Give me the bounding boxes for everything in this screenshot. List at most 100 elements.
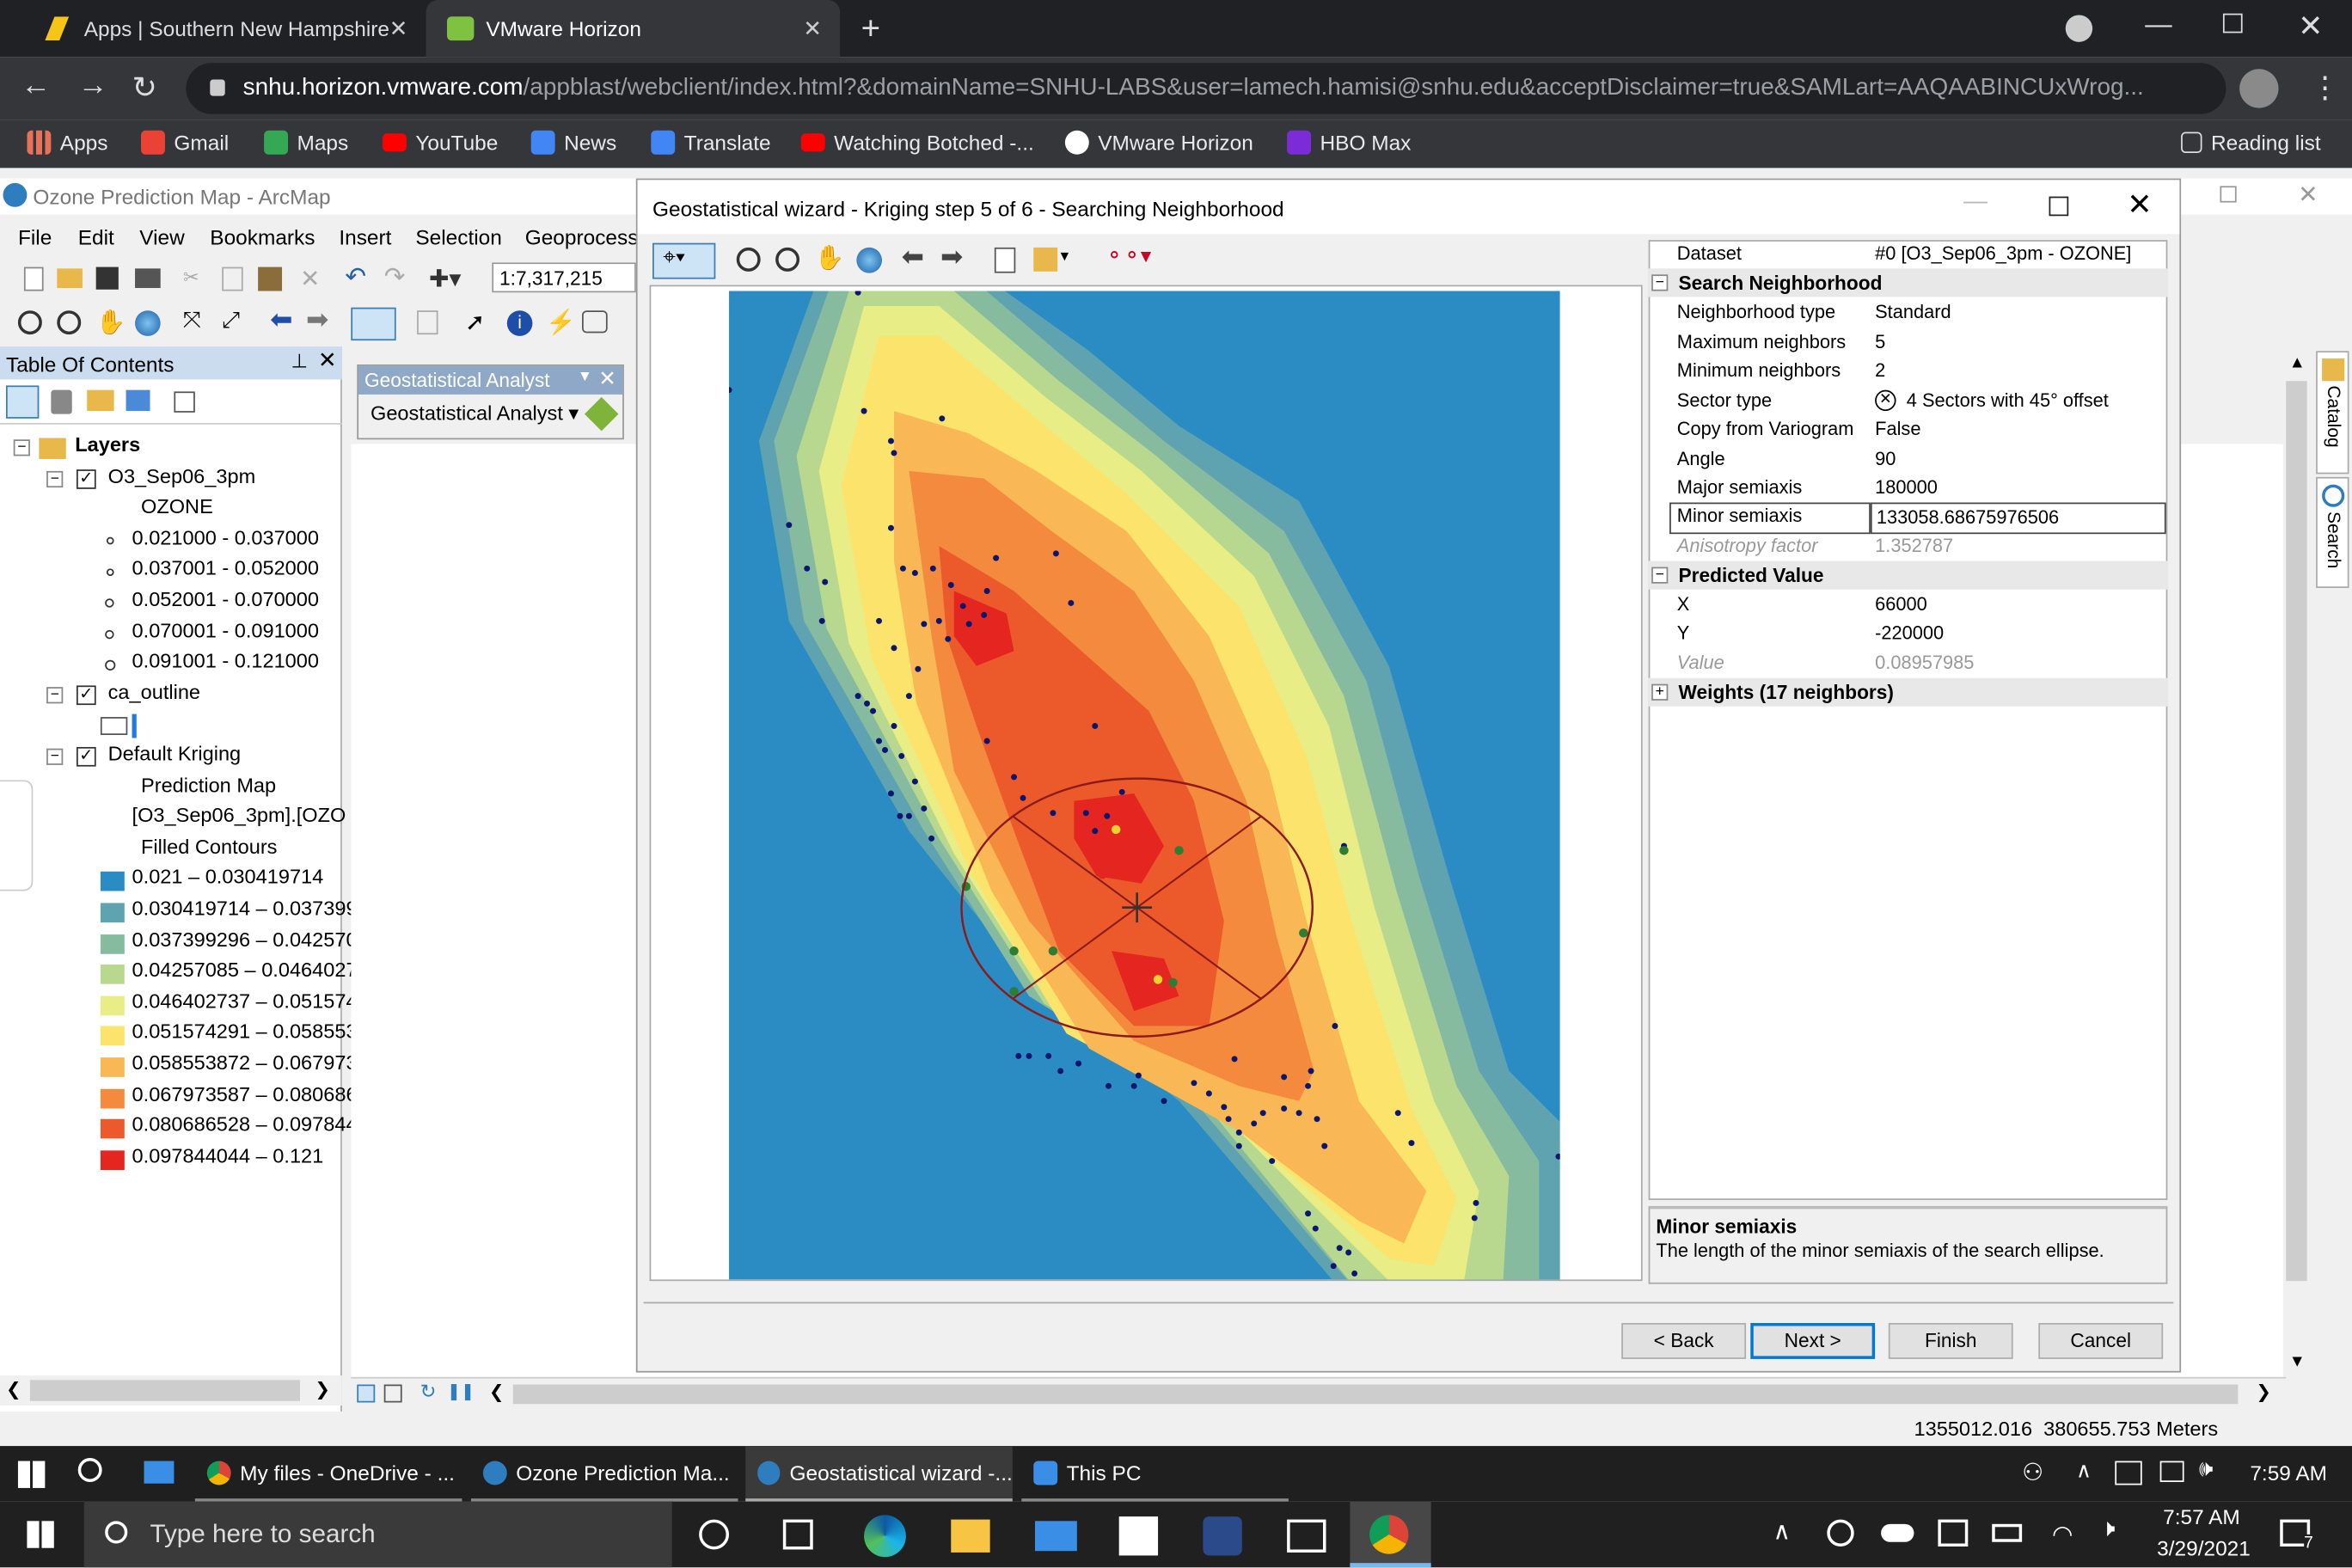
identify-icon[interactable]: i bbox=[506, 310, 533, 336]
menu-selection[interactable]: Selection bbox=[415, 225, 501, 249]
profile-avatar[interactable] bbox=[2239, 69, 2279, 108]
volume-icon[interactable]: 🕪 bbox=[2199, 1456, 2213, 1482]
bookmark-gmail[interactable]: Gmail bbox=[141, 130, 229, 155]
collapse-icon[interactable]: − bbox=[46, 470, 64, 487]
mail-icon[interactable] bbox=[144, 1461, 175, 1484]
collapse-icon[interactable]: − bbox=[13, 439, 30, 456]
major-semiaxis-value[interactable]: 180000 bbox=[1875, 477, 1938, 498]
wizard-close-icon[interactable]: ✕ bbox=[2127, 186, 2152, 224]
list-by-visibility-icon[interactable] bbox=[87, 389, 114, 412]
bookmark-news[interactable]: News bbox=[530, 130, 616, 155]
close-icon[interactable]: ✕ bbox=[803, 15, 822, 42]
edge-icon[interactable] bbox=[864, 1515, 906, 1558]
print-icon[interactable] bbox=[135, 268, 161, 289]
max-neighbors-value[interactable]: 5 bbox=[1875, 332, 1885, 352]
refresh-icon[interactable]: ↻ bbox=[420, 1380, 437, 1404]
toc-layer-kriging[interactable]: Default Kriging bbox=[108, 743, 242, 765]
undo-icon[interactable]: ↶ bbox=[345, 262, 366, 292]
browser-tab-vmware[interactable]: VMware Horizon ✕ bbox=[426, 0, 841, 58]
cancel-button[interactable]: Cancel bbox=[2038, 1323, 2164, 1359]
layers-chevron-down-icon[interactable]: ▾ bbox=[1061, 246, 1069, 266]
task-view-icon[interactable] bbox=[782, 1519, 813, 1550]
full-extent-globe-icon[interactable] bbox=[135, 310, 161, 336]
local-time[interactable]: 7:57 AM bbox=[2163, 1504, 2240, 1528]
layout-view-icon[interactable] bbox=[383, 1384, 402, 1403]
add-data-icon[interactable]: ✚▾ bbox=[429, 264, 461, 294]
forward-extent-icon[interactable]: ➡ bbox=[306, 304, 328, 336]
zoom-out-icon[interactable] bbox=[57, 310, 82, 335]
bookmark-botched[interactable]: Watching Botched -... bbox=[800, 131, 1034, 155]
reload-icon[interactable]: ↻ bbox=[132, 69, 157, 107]
side-grip[interactable] bbox=[0, 780, 34, 891]
section-predicted-value[interactable]: − Predicted Value bbox=[1648, 560, 2168, 590]
minimize-icon[interactable]: — bbox=[2145, 9, 2171, 40]
toc-layers-root[interactable]: Layers bbox=[75, 433, 140, 456]
wizard-full-extent-icon[interactable] bbox=[856, 247, 883, 273]
neighborhood-type-value[interactable]: Standard bbox=[1875, 302, 1951, 322]
wizard-pan-icon[interactable]: ✋ bbox=[814, 243, 844, 273]
section-weights[interactable]: + Weights (17 neighbors) bbox=[1648, 677, 2168, 707]
save-icon[interactable] bbox=[95, 266, 119, 290]
min-neighbors-value[interactable]: 2 bbox=[1875, 360, 1885, 381]
finish-button[interactable]: Finish bbox=[1888, 1323, 2013, 1359]
list-by-drawing-order-icon[interactable] bbox=[5, 385, 40, 419]
scroll-left-icon[interactable]: ❮ bbox=[6, 1379, 21, 1400]
taskbar-app-thispc[interactable]: This PC bbox=[1021, 1446, 1289, 1502]
html-popup-icon[interactable] bbox=[582, 310, 608, 334]
taskbar-search-box[interactable]: Type here to search bbox=[83, 1501, 672, 1568]
bookmark-youtube[interactable]: YouTube bbox=[382, 131, 498, 155]
tray-chevron-up-icon[interactable]: ∧ bbox=[2076, 1458, 2092, 1484]
paste-icon[interactable] bbox=[258, 266, 283, 291]
close-icon[interactable]: ✕ bbox=[389, 15, 408, 42]
browser-tab-apps[interactable]: Apps | Southern New Hampshire ✕ bbox=[12, 0, 426, 57]
toc-hscrollbar[interactable]: ❮ ❯ bbox=[0, 1375, 342, 1406]
fixed-zoom-in-icon[interactable]: ⤧ bbox=[183, 308, 201, 334]
scroll-thumb[interactable] bbox=[2286, 381, 2307, 1282]
tray-chevron-up-icon[interactable]: ∧ bbox=[1773, 1516, 1790, 1547]
bookmark-maps[interactable]: Maps bbox=[264, 130, 348, 155]
back-extent-icon[interactable]: ⬅ bbox=[270, 304, 292, 336]
pause-icon[interactable]: ❚❚ bbox=[447, 1381, 475, 1401]
restore-icon[interactable] bbox=[2222, 13, 2243, 34]
data-view-icon[interactable] bbox=[357, 1384, 376, 1403]
display-icon[interactable] bbox=[1938, 1519, 1969, 1547]
taskbar-app-arcmap[interactable]: Ozone Prediction Ma... bbox=[470, 1446, 738, 1502]
kriging-prediction-map[interactable] bbox=[729, 291, 1560, 1280]
volume-muted-icon[interactable]: 🕨 bbox=[2100, 1516, 2116, 1543]
back-button[interactable]: < Back bbox=[1621, 1323, 1747, 1359]
y-value[interactable]: -220000 bbox=[1875, 622, 1944, 643]
wizard-zoom-out-icon[interactable] bbox=[775, 247, 800, 272]
toc-layer-ca-outline[interactable]: ca_outline bbox=[108, 681, 200, 703]
catalog-side-tab[interactable]: Catalog bbox=[2316, 351, 2349, 475]
reading-list[interactable]: Reading list bbox=[2181, 131, 2321, 155]
sector-type-value[interactable]: 4 Sectors with 45° offset bbox=[1907, 390, 2109, 411]
wizard-forward-icon[interactable]: ➡ bbox=[940, 242, 963, 273]
map-hscroll-thumb[interactable] bbox=[512, 1384, 2239, 1405]
copy-icon[interactable] bbox=[222, 266, 243, 291]
meet-icon[interactable] bbox=[1827, 1519, 1854, 1547]
mail-icon[interactable] bbox=[1034, 1521, 1077, 1552]
ga-wizard-icon[interactable] bbox=[584, 396, 619, 432]
taskbar-app-onedrive[interactable]: My files - OneDrive - ... bbox=[194, 1446, 462, 1502]
copy-variogram-value[interactable]: False bbox=[1875, 419, 1920, 439]
store-icon[interactable] bbox=[1118, 1516, 1159, 1556]
menu-view[interactable]: View bbox=[139, 225, 185, 249]
new-document-icon[interactable] bbox=[23, 266, 44, 291]
ga-menu-button[interactable]: Geostatistical Analyst ▾ bbox=[371, 402, 579, 426]
neighbors-display-icon[interactable]: ⚬⚬▾ bbox=[1106, 243, 1151, 269]
remote-clock[interactable]: 7:59 AM bbox=[2250, 1461, 2327, 1485]
minor-semiaxis-input[interactable]: 133058.68675976506 bbox=[1870, 502, 2166, 535]
collapse-icon[interactable]: − bbox=[46, 686, 64, 704]
toc-layer-o3[interactable]: O3_Sep06_3pm bbox=[108, 464, 256, 487]
cut-icon[interactable]: ✂ bbox=[183, 266, 199, 290]
app-icon[interactable] bbox=[1203, 1516, 1242, 1556]
ga-toolbar-close-icon[interactable]: ✕ bbox=[598, 366, 616, 392]
show-legend-icon[interactable] bbox=[994, 247, 1016, 273]
map-scroll-left-icon[interactable]: ❮ bbox=[489, 1381, 505, 1402]
delete-icon[interactable]: ✕ bbox=[300, 264, 320, 294]
scroll-thumb[interactable] bbox=[29, 1380, 300, 1401]
wizard-minimize-icon[interactable]: — bbox=[1963, 189, 1988, 216]
menu-insert[interactable]: Insert bbox=[339, 225, 391, 249]
arcmap-vscrollbar[interactable]: ▲ ▼ bbox=[2282, 351, 2311, 1381]
scroll-right-icon[interactable]: ❯ bbox=[315, 1379, 330, 1400]
